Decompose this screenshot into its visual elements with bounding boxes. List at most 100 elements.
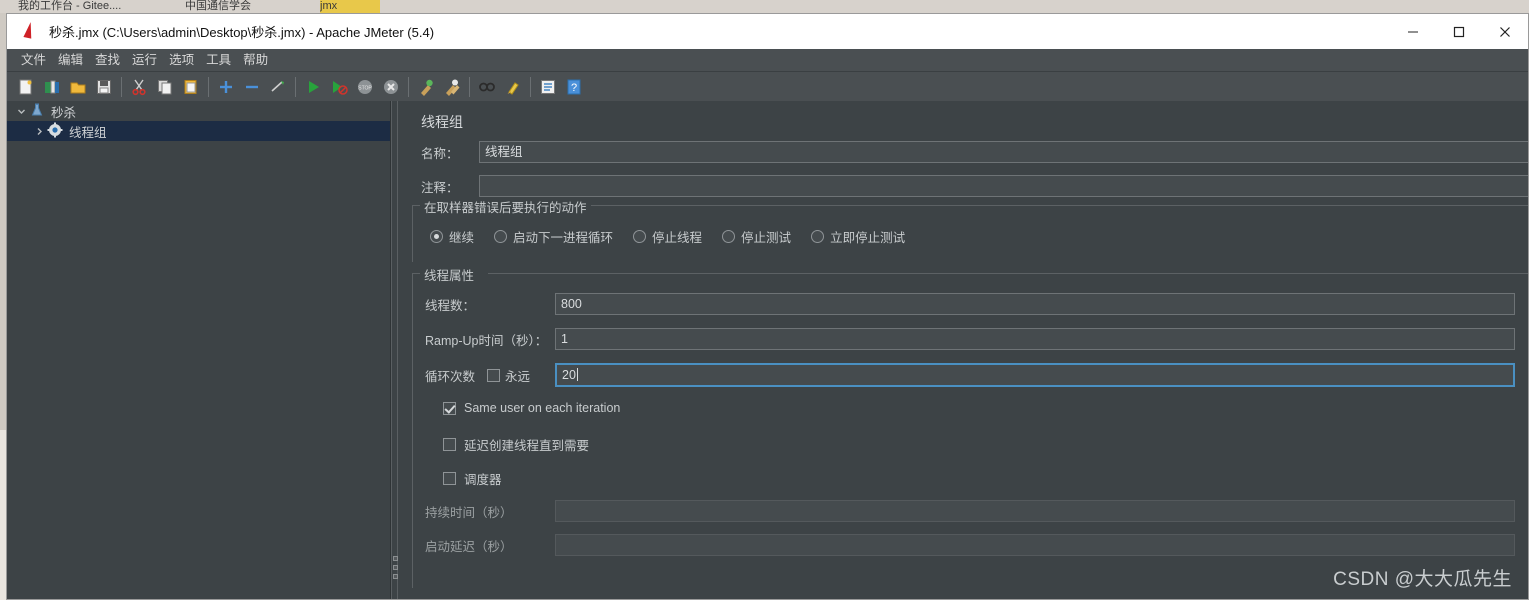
titlebar: 秒杀.jmx (C:\Users\admin\Desktop\秒杀.jmx) -… (7, 14, 1528, 49)
maximize-button[interactable] (1436, 14, 1482, 49)
menu-help[interactable]: 帮助 (237, 49, 274, 71)
sampler-error-action-group: 在取样器错误后要执行的动作 继续 启动下一进程循环 停止线程 停止测试 立即停止… (412, 197, 1528, 262)
toolbar-separator (121, 76, 122, 97)
menu-options[interactable]: 选项 (163, 49, 200, 71)
background-tab: 我的工作台 - Gitee.... (18, 0, 122, 12)
clear-all-icon[interactable] (439, 74, 465, 100)
loops-input-value: 20 (562, 368, 576, 382)
reset-search-icon[interactable] (500, 74, 526, 100)
rampup-input[interactable]: 1 (555, 328, 1515, 350)
open-icon[interactable] (65, 74, 91, 100)
name-input[interactable]: 线程组 (479, 141, 1528, 163)
startup-delay-input (555, 534, 1515, 556)
start-no-pauses-icon[interactable] (326, 74, 352, 100)
cut-icon[interactable] (126, 74, 152, 100)
delayed-start-label: 延迟创建线程直到需要 (464, 439, 590, 453)
toolbar-separator (469, 76, 470, 97)
new-icon[interactable] (13, 74, 39, 100)
scheduler-label: 调度器 (464, 473, 502, 487)
name-row: 名称： 线程组 (421, 141, 1528, 163)
loops-row: 循环次数 永远 20 (425, 362, 1515, 388)
threads-label: 线程数： (425, 298, 476, 313)
window-controls (1390, 14, 1528, 49)
tree-node-test-plan[interactable]: 秒杀 (7, 101, 390, 121)
thread-group-icon (47, 122, 65, 140)
test-plan-tree[interactable]: 秒杀 线程组 (7, 101, 391, 599)
radio-stop-thread-label: 停止线程 (652, 231, 703, 245)
scheduler-checkbox-row[interactable]: 调度器 (443, 469, 502, 488)
save-icon[interactable] (91, 74, 117, 100)
page-title: 线程组 (421, 114, 463, 130)
menu-tools[interactable]: 工具 (200, 49, 237, 71)
radio-stop-thread[interactable]: 停止线程 (633, 227, 702, 246)
templates-icon[interactable] (39, 74, 65, 100)
radio-stop-test-indicator (722, 230, 736, 243)
copy-icon[interactable] (152, 74, 178, 100)
group-title-error-action: 在取样器错误后要执行的动作 (420, 197, 591, 216)
toggle-icon[interactable] (265, 74, 291, 100)
background-browser-tabstrip: 我的工作台 - Gitee.... 中国通信学会 jmx (0, 0, 1529, 13)
comments-label: 注释： (421, 180, 459, 195)
stop-icon[interactable]: STOP (352, 74, 378, 100)
forever-checkbox[interactable] (487, 368, 500, 382)
radio-stop-thread-indicator (633, 230, 647, 243)
startup-delay-row: 启动延迟（秒） (425, 534, 1515, 556)
loops-label: 循环次数 (425, 369, 476, 384)
shutdown-icon[interactable] (378, 74, 404, 100)
close-button[interactable] (1482, 14, 1528, 49)
chevron-down-icon[interactable] (13, 101, 29, 121)
delayed-start-checkbox-row[interactable]: 延迟创建线程直到需要 (443, 435, 589, 454)
chevron-right-icon[interactable] (31, 121, 47, 141)
text-cursor (576, 368, 578, 381)
radio-stop-test[interactable]: 停止测试 (722, 227, 791, 246)
jmeter-flask-icon (17, 20, 43, 43)
radio-start-next-loop-label: 启动下一进程循环 (513, 231, 614, 245)
function-helper-icon[interactable] (535, 74, 561, 100)
svg-text:STOP: STOP (358, 85, 372, 91)
radio-continue[interactable]: 继续 (430, 227, 474, 246)
menu-run[interactable]: 运行 (126, 49, 163, 71)
scheduler-checkbox[interactable] (443, 472, 456, 485)
window-title: 秒杀.jmx (C:\Users\admin\Desktop\秒杀.jmx) -… (49, 25, 435, 40)
toolbar: STOP ? (7, 72, 1528, 102)
thread-properties-group: 线程属性 线程数： 800 Ramp-Up时间（秒）： 1 循环次数 永远 20… (412, 265, 1528, 588)
thread-group-editor: 线程组 名称： 线程组 注释： 在取样器错误后要执行的动作 继续 启动下一进程循… (398, 101, 1528, 599)
loops-input[interactable]: 20 (555, 363, 1515, 387)
clear-icon[interactable] (413, 74, 439, 100)
content-area: 秒杀 线程组 线程组 名称： 线程组 注释： 在取样器错误后要执行的动作 继续 … (7, 101, 1528, 599)
radio-start-next-loop-indicator (494, 230, 508, 243)
panel-splitter[interactable] (391, 101, 398, 599)
menu-edit[interactable]: 编辑 (52, 49, 89, 71)
same-user-checkbox[interactable] (443, 401, 456, 415)
radio-stop-test-now-label: 立即停止测试 (830, 231, 906, 245)
same-user-checkbox-row[interactable]: Same user on each iteration (443, 401, 620, 415)
toolbar-separator (530, 76, 531, 97)
radio-stop-test-now[interactable]: 立即停止测试 (811, 227, 905, 246)
paste-icon[interactable] (178, 74, 204, 100)
help-icon[interactable]: ? (561, 74, 587, 100)
threads-row: 线程数： 800 (425, 293, 1515, 315)
radio-start-next-loop[interactable]: 启动下一进程循环 (494, 227, 613, 246)
minimize-button[interactable] (1390, 14, 1436, 49)
comments-input[interactable] (479, 175, 1528, 197)
start-icon[interactable] (300, 74, 326, 100)
threads-input[interactable]: 800 (555, 293, 1515, 315)
delayed-start-checkbox[interactable] (443, 438, 456, 451)
test-plan-icon (29, 102, 47, 120)
search-icon[interactable] (474, 74, 500, 100)
menu-file[interactable]: 文件 (15, 49, 52, 71)
duration-label: 持续时间（秒） (425, 505, 513, 520)
group-title-thread-properties: 线程属性 (420, 265, 479, 284)
collapse-all-icon[interactable] (239, 74, 265, 100)
menu-search[interactable]: 查找 (89, 49, 126, 71)
radio-stop-test-now-indicator (811, 230, 825, 243)
tree-node-thread-group[interactable]: 线程组 (7, 121, 390, 141)
expand-all-icon[interactable] (213, 74, 239, 100)
radio-stop-test-label: 停止测试 (741, 231, 792, 245)
background-tab: jmx (320, 0, 380, 13)
startup-delay-label: 启动延迟（秒） (425, 539, 513, 554)
rampup-label: Ramp-Up时间（秒）： (425, 333, 548, 348)
watermark: CSDN @大大瓜先生 (1333, 569, 1512, 590)
tree-node-label: 秒杀 (51, 105, 77, 120)
jmeter-main-window: 秒杀.jmx (C:\Users\admin\Desktop\秒杀.jmx) -… (6, 13, 1529, 600)
